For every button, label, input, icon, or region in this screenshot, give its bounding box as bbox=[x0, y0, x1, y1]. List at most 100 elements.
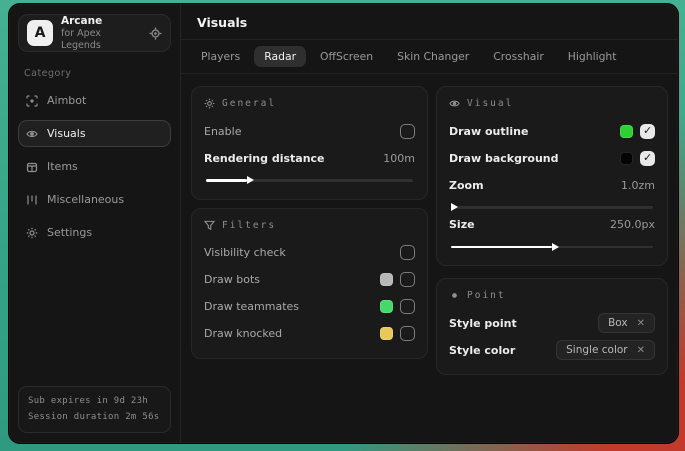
point-card: Point Style point Box Style color Single… bbox=[436, 278, 668, 375]
enable-row: Enable bbox=[204, 120, 415, 142]
draw-teammates-label: Draw teammates bbox=[204, 300, 299, 313]
rendering-distance-row: Rendering distance 100m bbox=[204, 147, 415, 169]
box-icon bbox=[26, 161, 38, 173]
zoom-slider[interactable] bbox=[451, 206, 653, 209]
sidebar-item-aimbot[interactable]: Aimbot bbox=[18, 87, 171, 114]
draw-knocked-color-swatch[interactable] bbox=[380, 327, 393, 340]
point-icon bbox=[449, 290, 460, 301]
sidebar-item-items[interactable]: Items bbox=[18, 153, 171, 180]
style-point-select[interactable]: Box bbox=[598, 313, 655, 333]
brand-text: Arcane for Apex Legends bbox=[61, 15, 141, 52]
style-color-select[interactable]: Single color bbox=[556, 340, 655, 360]
draw-teammates-checkbox[interactable] bbox=[400, 299, 415, 314]
visibility-check-row: Visibility check bbox=[204, 242, 415, 264]
remove-icon[interactable] bbox=[637, 345, 645, 356]
sidebar-item-label: Visuals bbox=[47, 127, 86, 140]
size-row: Size 250.0px bbox=[449, 214, 655, 236]
app-name: Arcane bbox=[61, 15, 141, 28]
visibility-check-label: Visibility check bbox=[204, 246, 286, 259]
style-point-value: Box bbox=[608, 317, 628, 329]
app-window: A Arcane for Apex Legends Category bbox=[8, 3, 679, 444]
rendering-distance-value: 100m bbox=[383, 152, 415, 165]
eye-scan-icon bbox=[26, 128, 38, 140]
draw-bots-row: Draw bots bbox=[204, 269, 415, 291]
category-label: Category bbox=[24, 68, 171, 79]
visual-card: Visual Draw outline Draw background bbox=[436, 86, 668, 266]
draw-outline-color-swatch[interactable] bbox=[620, 125, 633, 138]
sidebar-item-visuals[interactable]: Visuals bbox=[18, 120, 171, 147]
draw-background-checkbox[interactable] bbox=[640, 151, 655, 166]
draw-bots-color-swatch[interactable] bbox=[380, 273, 393, 286]
slider-fill bbox=[451, 246, 552, 249]
funnel-icon bbox=[204, 220, 215, 231]
app-subtitle: for Apex Legends bbox=[61, 28, 141, 52]
draw-teammates-color-swatch[interactable] bbox=[380, 300, 393, 313]
session-duration-text: Session duration 2m 56s bbox=[28, 410, 161, 425]
brand-card: A Arcane for Apex Legends bbox=[18, 14, 171, 52]
sidebar-item-settings[interactable]: Settings bbox=[18, 219, 171, 246]
style-point-label: Style point bbox=[449, 317, 517, 330]
draw-bots-checkbox[interactable] bbox=[400, 272, 415, 287]
content-area: General Enable Rendering distance 100m bbox=[181, 74, 678, 387]
style-color-value: Single color bbox=[566, 344, 627, 356]
main-header: Visuals bbox=[181, 4, 678, 40]
tab-skin-changer[interactable]: Skin Changer bbox=[387, 46, 479, 67]
right-column: Visual Draw outline Draw background bbox=[436, 86, 668, 375]
tab-highlight[interactable]: Highlight bbox=[558, 46, 627, 67]
filters-card-title: Filters bbox=[222, 220, 276, 231]
rendering-distance-label: Rendering distance bbox=[204, 152, 325, 165]
tab-bar: Players Radar OffScreen Skin Changer Cro… bbox=[181, 40, 678, 74]
zoom-label: Zoom bbox=[449, 179, 484, 192]
tab-radar[interactable]: Radar bbox=[254, 46, 306, 67]
sidebar-item-label: Settings bbox=[47, 226, 92, 239]
crosshair-icon bbox=[26, 95, 38, 107]
style-point-row: Style point Box bbox=[449, 312, 655, 334]
draw-knocked-label: Draw knocked bbox=[204, 327, 282, 340]
point-card-header: Point bbox=[449, 290, 655, 301]
sidebar: A Arcane for Apex Legends Category bbox=[9, 4, 181, 443]
size-label: Size bbox=[449, 218, 475, 231]
main-panel: Visuals Players Radar OffScreen Skin Cha… bbox=[181, 4, 678, 443]
sidebar-item-miscellaneous[interactable]: Miscellaneous bbox=[18, 186, 171, 213]
draw-outline-checkbox[interactable] bbox=[640, 124, 655, 139]
general-card-header: General bbox=[204, 98, 415, 109]
general-card: General Enable Rendering distance 100m bbox=[191, 86, 428, 200]
page-title: Visuals bbox=[197, 15, 662, 30]
target-icon[interactable] bbox=[149, 27, 162, 40]
size-value: 250.0px bbox=[610, 218, 655, 231]
tab-players[interactable]: Players bbox=[191, 46, 250, 67]
draw-outline-label: Draw outline bbox=[449, 125, 528, 138]
sub-expires-text: Sub expires in 9d 23h bbox=[28, 394, 161, 409]
sidebar-item-label: Items bbox=[47, 160, 78, 173]
visual-card-header: Visual bbox=[449, 98, 655, 109]
draw-background-row: Draw background bbox=[449, 147, 655, 169]
sidebar-nav: Aimbot Visuals Items bbox=[18, 87, 171, 246]
rendering-distance-slider[interactable] bbox=[206, 179, 413, 182]
draw-background-color-swatch[interactable] bbox=[620, 152, 633, 165]
draw-background-label: Draw background bbox=[449, 152, 559, 165]
size-slider[interactable] bbox=[451, 246, 653, 249]
draw-knocked-checkbox[interactable] bbox=[400, 326, 415, 341]
style-color-row: Style color Single color bbox=[449, 339, 655, 361]
columns-icon bbox=[26, 194, 38, 206]
enable-label: Enable bbox=[204, 125, 241, 138]
point-card-title: Point bbox=[467, 290, 506, 301]
visual-card-title: Visual bbox=[467, 98, 513, 109]
visibility-check-checkbox[interactable] bbox=[400, 245, 415, 260]
eye-icon bbox=[449, 98, 460, 109]
slider-fill bbox=[206, 179, 247, 182]
draw-outline-row: Draw outline bbox=[449, 120, 655, 142]
sidebar-item-label: Miscellaneous bbox=[47, 193, 124, 206]
general-card-title: General bbox=[222, 98, 276, 109]
tab-crosshair[interactable]: Crosshair bbox=[483, 46, 554, 67]
left-column: General Enable Rendering distance 100m bbox=[191, 86, 428, 359]
draw-teammates-row: Draw teammates bbox=[204, 296, 415, 318]
tab-offscreen[interactable]: OffScreen bbox=[310, 46, 383, 67]
style-color-label: Style color bbox=[449, 344, 515, 357]
sidebar-item-label: Aimbot bbox=[47, 94, 86, 107]
filters-card-header: Filters bbox=[204, 220, 415, 231]
remove-icon[interactable] bbox=[637, 318, 645, 329]
draw-knocked-row: Draw knocked bbox=[204, 323, 415, 345]
gear-icon bbox=[204, 98, 215, 109]
enable-checkbox[interactable] bbox=[400, 124, 415, 139]
